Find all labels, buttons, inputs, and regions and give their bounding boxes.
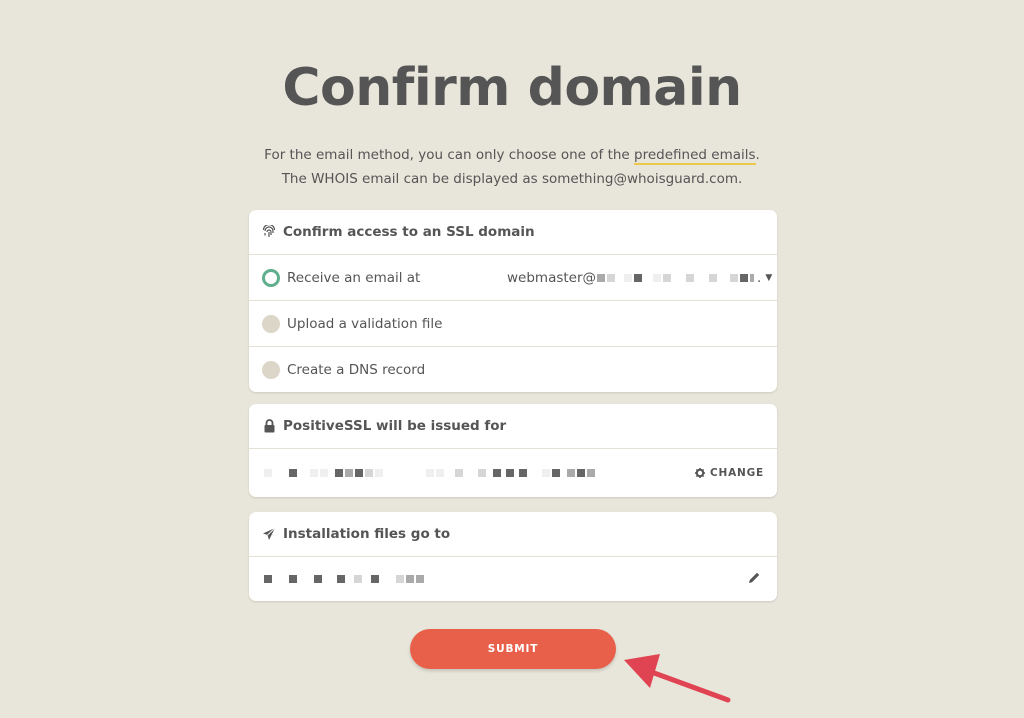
submit-button[interactable]: SUBMIT xyxy=(410,629,616,669)
redacted-block xyxy=(686,273,695,282)
intro-text: For the email method, you can only choos… xyxy=(0,143,1024,191)
ssl-access-title: Confirm access to an SSL domain xyxy=(283,224,535,240)
page-title: Confirm domain xyxy=(282,58,742,118)
redacted-block xyxy=(663,273,672,282)
redacted-block xyxy=(750,273,755,282)
upload-radio[interactable] xyxy=(262,314,280,333)
redacted-block xyxy=(310,469,318,477)
installation-header: Installation files go to xyxy=(249,512,777,557)
redacted-block xyxy=(493,469,501,477)
redacted-block xyxy=(436,469,444,477)
installation-card: Installation files go to xyxy=(249,512,777,601)
redacted-block xyxy=(740,273,749,282)
redacted-block xyxy=(506,469,514,477)
redacted-block xyxy=(597,273,606,282)
issued-for-header: PositiveSSL will be issued for xyxy=(249,404,777,449)
redacted-block xyxy=(320,469,328,477)
redacted-block xyxy=(542,469,550,477)
email-select[interactable]: webmaster@ . ▼ xyxy=(507,255,772,300)
redacted-block xyxy=(730,273,739,282)
issued-for-domain: CHANGE xyxy=(249,449,777,497)
issued-for-title: PositiveSSL will be issued for xyxy=(283,418,507,434)
pencil-icon xyxy=(747,570,761,589)
redacted-block xyxy=(416,575,424,583)
paper-plane-icon xyxy=(262,527,276,541)
redacted-block xyxy=(289,575,297,583)
redacted-block xyxy=(519,469,527,477)
email-radio[interactable] xyxy=(262,268,280,287)
email-prefix: webmaster@ xyxy=(507,269,597,286)
redacted-block xyxy=(455,469,463,477)
change-button[interactable]: CHANGE xyxy=(695,449,764,497)
confirm-domain-page: Confirm domain For the email method, you… xyxy=(0,0,1024,718)
option-email-label: Receive an email at xyxy=(287,269,421,286)
gear-icon xyxy=(695,468,705,478)
redacted-block xyxy=(365,469,373,477)
redacted-block xyxy=(653,273,662,282)
option-dns-record[interactable]: Create a DNS record xyxy=(249,347,777,392)
dns-radio[interactable] xyxy=(262,360,280,379)
predefined-emails-link[interactable]: predefined emails xyxy=(634,147,756,165)
redacted-block xyxy=(634,273,643,282)
ssl-access-card: Confirm access to an SSL domain Receive … xyxy=(249,210,777,392)
chevron-down-icon: ▼ xyxy=(765,272,773,283)
redacted-block xyxy=(345,469,353,477)
redacted-block xyxy=(355,469,363,477)
installation-path xyxy=(249,557,777,601)
redacted-block xyxy=(354,575,362,583)
redacted-block xyxy=(607,273,616,282)
redacted-block xyxy=(314,575,322,583)
intro-line-2: The WHOIS email can be displayed as some… xyxy=(281,171,743,187)
redacted-block xyxy=(478,469,486,477)
redacted-block xyxy=(264,469,272,477)
option-dns-label: Create a DNS record xyxy=(287,361,426,378)
lock-icon xyxy=(262,419,276,433)
redacted-block xyxy=(371,575,379,583)
edit-path-button[interactable] xyxy=(747,557,761,601)
redacted-block xyxy=(406,575,414,583)
option-upload-label: Upload a validation file xyxy=(287,315,443,332)
redacted-block xyxy=(289,469,297,477)
intro-line-1-prefix: For the email method, you can only choos… xyxy=(264,147,635,163)
intro-line-1: For the email method, you can only choos… xyxy=(0,143,1024,167)
change-label: CHANGE xyxy=(710,467,764,479)
redacted-dot: . xyxy=(757,269,762,286)
redacted-block xyxy=(709,273,718,282)
redacted-block xyxy=(587,469,595,477)
redacted-block xyxy=(624,273,633,282)
redacted-block xyxy=(552,469,560,477)
redacted-block xyxy=(567,469,575,477)
installation-title: Installation files go to xyxy=(283,526,451,542)
redacted-block xyxy=(396,575,404,583)
redacted-block xyxy=(426,469,434,477)
option-upload-file[interactable]: Upload a validation file xyxy=(249,301,777,347)
annotation-arrow-icon xyxy=(624,654,731,703)
redacted-block xyxy=(337,575,345,583)
redacted-block xyxy=(375,469,383,477)
issued-for-card: PositiveSSL will be issued for CHANGE xyxy=(249,404,777,497)
intro-line-1-suffix: . xyxy=(755,147,760,163)
redacted-block xyxy=(335,469,343,477)
redacted-block xyxy=(577,469,585,477)
redacted-block xyxy=(264,575,272,583)
ssl-access-header: Confirm access to an SSL domain xyxy=(249,210,777,255)
fingerprint-icon xyxy=(262,225,276,239)
option-email[interactable]: Receive an email at webmaster@ . ▼ xyxy=(249,255,777,301)
